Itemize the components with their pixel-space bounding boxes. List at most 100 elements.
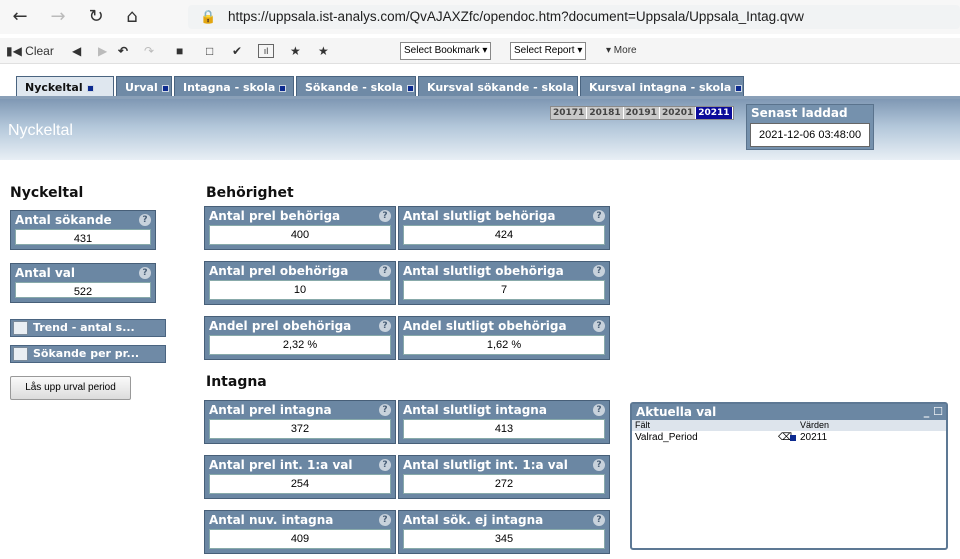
- unlock-period-button[interactable]: Lås upp urval period: [10, 376, 131, 400]
- kpi-label: Antal nuv. intagna: [209, 513, 334, 527]
- period-option[interactable]: 20191: [624, 107, 660, 119]
- current-selections-header: Aktuella val _ ☐: [632, 404, 946, 420]
- help-icon[interactable]: ?: [139, 267, 151, 279]
- minimize-maximize-icon[interactable]: _ ☐: [924, 406, 943, 417]
- last-loaded-box: Senast laddad 2021-12-06 03:48:00: [746, 104, 874, 150]
- tab-kursval-sokande-skola[interactable]: Kursval sökande - skola: [418, 76, 578, 98]
- sokande-per-program-button[interactable]: Sökande per pr...: [10, 345, 166, 363]
- kpi-value: 1,62 %: [403, 335, 605, 355]
- kpi-behorighet-0: Antal prel behöriga? 400: [204, 206, 396, 250]
- kpi-value: 424: [403, 225, 605, 245]
- current-selections-title: Aktuella val: [636, 405, 717, 419]
- selection-dot-icon: [86, 84, 94, 92]
- last-loaded-label: Senast laddad: [751, 106, 848, 120]
- last-loaded-value: 2021-12-06 03:48:00: [750, 123, 870, 147]
- address-bar[interactable]: 🔒 https://uppsala.ist-analys.com/QvAJAXZ…: [188, 5, 960, 29]
- left-section-title: Nyckeltal: [10, 185, 84, 201]
- back-icon[interactable]: ◀: [72, 42, 81, 60]
- help-icon[interactable]: ?: [593, 210, 605, 222]
- apply-icon[interactable]: ✔: [232, 42, 242, 60]
- remove-bookmark-icon[interactable]: ★: [318, 42, 329, 60]
- tab-intagna-skola[interactable]: Intagna - skola: [174, 76, 294, 98]
- help-icon[interactable]: ?: [379, 320, 391, 332]
- kpi-value: 522: [15, 282, 151, 298]
- selection-dot-icon: [279, 84, 287, 92]
- tab-nyckeltal[interactable]: Nyckeltal: [16, 76, 114, 98]
- url-text: https://uppsala.ist-analys.com/QvAJAXZfc…: [228, 9, 804, 24]
- lock-icon: 🔒: [200, 9, 217, 24]
- help-icon[interactable]: ?: [379, 265, 391, 277]
- back-arrow-icon[interactable]: ←: [8, 5, 32, 29]
- sheet-tabs: Nyckeltal Urval Intagna - skola Sökande …: [0, 74, 960, 98]
- chart-icon[interactable]: ıl: [258, 44, 274, 58]
- kpi-antal-sokande: Antal sökande ? 431: [10, 210, 156, 250]
- kpi-value: 413: [403, 419, 605, 439]
- help-icon[interactable]: ?: [379, 459, 391, 471]
- undo-icon[interactable]: ↶: [118, 42, 128, 60]
- kpi-value: 345: [403, 529, 605, 549]
- tab-label: Kursval intagna - skola: [589, 81, 732, 94]
- kpi-behorighet-3: Antal slutligt obehöriga? 7: [398, 261, 610, 305]
- tab-urval[interactable]: Urval: [116, 76, 172, 98]
- help-icon[interactable]: ?: [379, 404, 391, 416]
- clear-button[interactable]: ▮◀ Clear: [6, 42, 54, 60]
- help-icon[interactable]: ?: [379, 514, 391, 526]
- more-menu[interactable]: ▾ More: [606, 42, 637, 60]
- unlock-selections-icon[interactable]: □: [206, 42, 213, 60]
- lock-state-icon: [790, 435, 796, 441]
- selection-value[interactable]: 20211: [800, 432, 827, 443]
- kpi-value: 7: [403, 280, 605, 300]
- kpi-label: Antal prel obehöriga: [209, 264, 349, 278]
- kpi-value: 400: [209, 225, 391, 245]
- kpi-label: Antal slutligt obehöriga: [403, 264, 564, 278]
- forward-arrow-icon[interactable]: →: [46, 5, 70, 29]
- help-icon[interactable]: ?: [593, 459, 605, 471]
- kpi-label: Andel prel obehöriga: [209, 319, 352, 333]
- home-icon[interactable]: ⌂: [120, 5, 144, 29]
- help-icon[interactable]: ?: [593, 265, 605, 277]
- tab-kursval-intagna-skola[interactable]: Kursval intagna - skola: [580, 76, 744, 98]
- add-bookmark-icon[interactable]: ★: [290, 42, 301, 60]
- lock-selections-icon[interactable]: ■: [176, 42, 183, 60]
- current-selections-box: Aktuella val _ ☐ Fält Värden Valrad_Perio…: [630, 402, 948, 550]
- kpi-behorighet-2: Antal prel obehöriga? 10: [204, 261, 396, 305]
- tab-label: Sökande - skola: [305, 81, 403, 94]
- kpi-intagna-5: Antal sök. ej intagna? 345: [398, 510, 610, 554]
- select-report-dropdown[interactable]: Select Report ▾: [510, 42, 587, 60]
- kpi-intagna-2: Antal prel int. 1:a val? 254: [204, 455, 396, 499]
- help-icon[interactable]: ?: [139, 214, 151, 226]
- kpi-behorighet-1: Antal slutligt behöriga? 424: [398, 206, 610, 250]
- kpi-value: 372: [209, 419, 391, 439]
- help-icon[interactable]: ?: [593, 514, 605, 526]
- period-option[interactable]: 20181: [587, 107, 624, 119]
- kpi-label: Antal sökande: [15, 213, 112, 227]
- kpi-behorighet-5: Andel slutligt obehöriga? 1,62 %: [398, 316, 610, 360]
- tab-label: Kursval sökande - skola: [427, 81, 574, 94]
- selection-dot-icon: [735, 84, 743, 92]
- reload-icon[interactable]: ↻: [84, 5, 108, 29]
- period-option[interactable]: 20171: [551, 107, 588, 119]
- select-bookmark-dropdown[interactable]: Select Bookmark ▾: [400, 42, 492, 60]
- selections-column-header: Fält Värden: [632, 420, 946, 431]
- kpi-label: Antal prel intagna: [209, 403, 332, 417]
- kpi-value: 272: [403, 474, 605, 494]
- selection-field[interactable]: Valrad_Period: [635, 432, 698, 443]
- forward-icon[interactable]: ▶: [98, 42, 107, 60]
- kpi-label: Antal slutligt int. 1:a val: [403, 458, 568, 472]
- period-option[interactable]: 20201: [660, 107, 697, 119]
- tab-sokande-skola[interactable]: Sökande - skola: [296, 76, 416, 98]
- period-option[interactable]: 20211: [696, 107, 733, 119]
- help-icon[interactable]: ?: [593, 320, 605, 332]
- kpi-behorighet-4: Andel prel obehöriga? 2,32 %: [204, 316, 396, 360]
- kpi-label: Antal val: [15, 266, 75, 280]
- period-selector[interactable]: 20171 20181 20191 20201 20211: [550, 106, 734, 120]
- kpi-value: 431: [15, 229, 151, 245]
- redo-icon[interactable]: ↷: [144, 42, 154, 60]
- button-label: Sökande per pr...: [33, 347, 140, 360]
- help-icon[interactable]: ?: [593, 404, 605, 416]
- trend-button[interactable]: Trend - antal s...: [10, 319, 166, 337]
- behorighet-title: Behörighet: [206, 185, 294, 201]
- kpi-intagna-3: Antal slutligt int. 1:a val? 272: [398, 455, 610, 499]
- table-icon: [13, 347, 28, 361]
- help-icon[interactable]: ?: [379, 210, 391, 222]
